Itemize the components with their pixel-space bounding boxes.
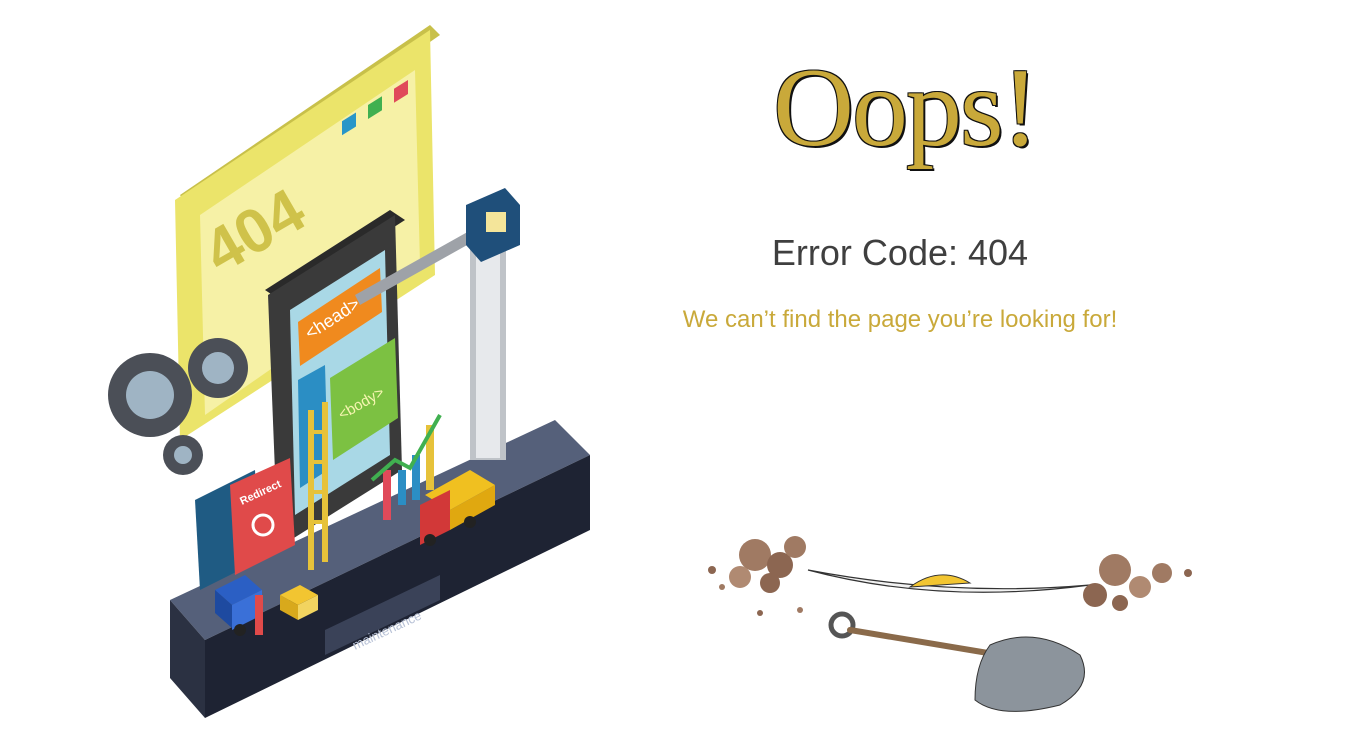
dirt-left-icon <box>708 536 806 616</box>
page-title: Oops! <box>773 46 1039 170</box>
dig-hole-illustration <box>708 536 1192 712</box>
error-code-text: Error Code: 404 <box>771 232 1029 273</box>
hole <box>807 569 1091 593</box>
error-message: We can’t find the page you’re looking fo… <box>682 306 1118 333</box>
dirt-right-icon <box>1083 554 1192 611</box>
maintenance-illustration: maintenance 404 <head> <body> Redirect <box>108 25 590 718</box>
shovel-icon <box>828 611 1085 712</box>
error-page: maintenance 404 <head> <body> Redirect O… <box>0 0 1366 731</box>
